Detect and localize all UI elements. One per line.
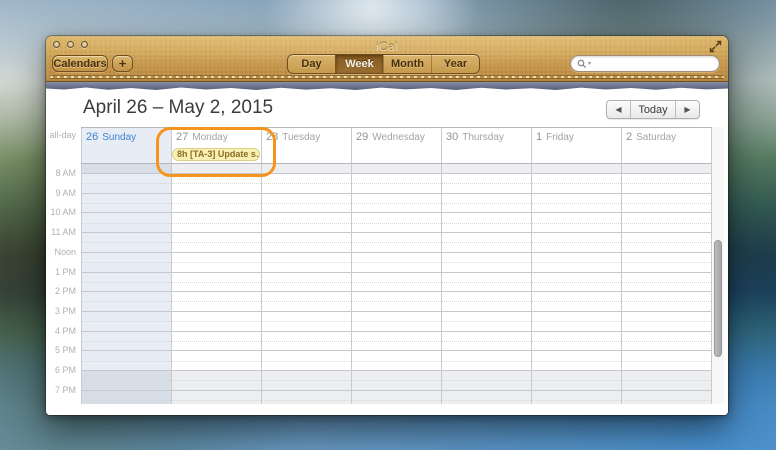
day-header-wednesday[interactable]: 29Wednesday <box>351 128 441 163</box>
day-header-sunday[interactable]: 26Sunday <box>81 128 171 163</box>
search-scope-chevron-icon: ▾ <box>588 61 591 67</box>
time-label: 1 PM <box>46 267 76 277</box>
calendar-content: April 26 – May 2, 2015 ◀ Today ▶ <box>46 92 728 415</box>
hour-row <box>81 212 711 232</box>
tab-month[interactable]: Month <box>383 55 431 73</box>
view-switcher: Day Week Month Year <box>287 54 480 74</box>
tab-day[interactable]: Day <box>288 55 335 73</box>
column-divider <box>441 127 442 404</box>
all-day-label: all-day <box>46 130 76 140</box>
hour-row <box>81 331 711 351</box>
header-bottom-border <box>81 163 724 164</box>
search-icon <box>577 59 587 69</box>
hour-row <box>81 370 711 390</box>
add-calendar-button[interactable]: + <box>112 55 133 72</box>
time-label: 3 PM <box>46 306 76 316</box>
time-label: 10 AM <box>46 207 76 217</box>
column-divider <box>531 127 532 404</box>
grid-bottom-cut <box>46 404 728 415</box>
column-divider <box>171 127 172 404</box>
fullscreen-button[interactable] <box>709 40 722 53</box>
tab-year[interactable]: Year <box>431 55 479 73</box>
day-header-thursday[interactable]: 30Thursday <box>441 128 531 163</box>
search-input[interactable]: ▾ <box>570 55 720 72</box>
hour-row <box>81 252 711 272</box>
time-label: Noon <box>46 247 76 257</box>
time-label: 9 AM <box>46 188 76 198</box>
column-divider <box>261 127 262 404</box>
day-header-tuesday[interactable]: 28Tuesday <box>261 128 351 163</box>
hour-row <box>81 311 711 331</box>
hour-row <box>81 272 711 292</box>
expand-arrows-icon <box>709 40 722 53</box>
time-label: 11 AM <box>46 227 76 237</box>
ical-window: iCal Calendars + Day Week Month Year ▾ <box>46 36 728 415</box>
time-label: 2 PM <box>46 286 76 296</box>
time-label: 8 AM <box>46 168 76 178</box>
stitching-decor <box>50 76 724 78</box>
column-divider <box>351 127 352 404</box>
time-label: 7 PM <box>46 385 76 395</box>
hour-row <box>81 193 711 213</box>
time-label: 4 PM <box>46 326 76 336</box>
column-divider <box>621 127 622 404</box>
hour-row <box>81 291 711 311</box>
non-working-hours-shade <box>81 163 711 173</box>
all-day-event[interactable]: 8h [TA-3] Update s… <box>172 148 260 161</box>
time-label: 6 PM <box>46 365 76 375</box>
torn-paper-edge <box>46 82 728 92</box>
leather-toolbar: iCal Calendars + Day Week Month Year ▾ <box>46 36 728 82</box>
hour-row <box>81 232 711 252</box>
window-title: iCal <box>46 40 728 54</box>
desktop: iCal Calendars + Day Week Month Year ▾ <box>0 0 776 450</box>
scrollbar-thumb[interactable] <box>714 240 722 357</box>
day-header-saturday[interactable]: 2Saturday <box>621 128 711 163</box>
calendars-button[interactable]: Calendars <box>52 55 108 72</box>
tab-week[interactable]: Week <box>335 55 383 73</box>
day-header-friday[interactable]: 1Friday <box>531 128 621 163</box>
scrollbar-track[interactable] <box>711 127 724 404</box>
column-divider <box>81 127 82 404</box>
time-label: 5 PM <box>46 345 76 355</box>
hour-row <box>81 173 711 193</box>
week-grid: all-day 26Sunday 27Monday 28Tuesday 29We… <box>46 92 728 415</box>
hour-row <box>81 350 711 370</box>
